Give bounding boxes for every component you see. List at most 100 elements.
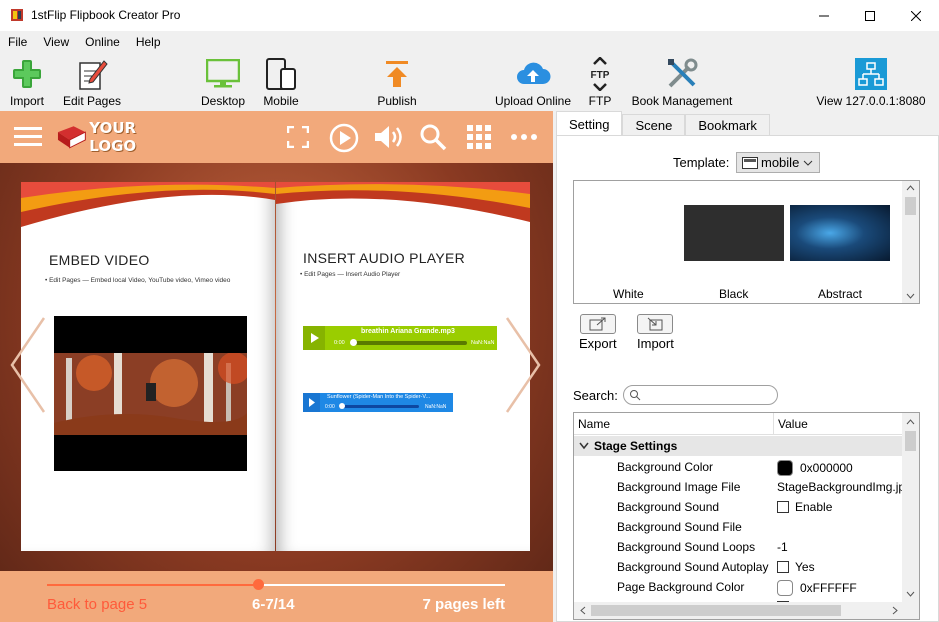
template-thumb-icon — [742, 157, 758, 169]
video-player[interactable] — [54, 316, 247, 471]
search-icon[interactable] — [419, 123, 447, 151]
import-button[interactable]: Import — [6, 53, 48, 111]
search-icon — [630, 390, 641, 401]
menu-view[interactable]: View — [35, 31, 77, 53]
template-select[interactable]: mobile — [736, 152, 820, 173]
export-label: Export — [579, 336, 617, 351]
page-header-swoosh — [21, 182, 275, 227]
minimize-button[interactable] — [801, 0, 847, 31]
property-row[interactable]: Page Background Color 0xFFFFFF — [574, 577, 904, 597]
property-value[interactable]: Yes — [777, 560, 815, 574]
view-server-button[interactable]: View 127.0.0.1:8080 — [808, 53, 934, 111]
menu-file[interactable]: File — [0, 31, 35, 53]
maximize-button[interactable] — [847, 0, 893, 31]
property-row[interactable]: Background Sound File — [574, 517, 904, 537]
property-value[interactable]: StageBackgroundImg.jpg — [777, 480, 912, 494]
logo: YOUR LOGO — [56, 119, 186, 155]
menu-icon[interactable] — [14, 125, 42, 149]
template-gallery: White Black Abstract — [573, 180, 920, 304]
property-value-text: 0xFFFFFF — [800, 581, 857, 595]
tab-setting[interactable]: Setting — [556, 111, 623, 136]
edit-pages-label: Edit Pages — [62, 94, 122, 108]
property-value[interactable]: 0xFFFFFF — [777, 580, 857, 596]
audio-progress-track[interactable] — [351, 341, 467, 345]
property-value-text: -1 — [777, 540, 788, 554]
window-title: 1stFlip Flipbook Creator Pro — [31, 8, 181, 22]
color-swatch[interactable] — [777, 580, 793, 596]
desktop-icon — [206, 59, 240, 88]
import-template-button[interactable]: Import — [637, 314, 674, 351]
next-page-arrow[interactable] — [503, 316, 543, 414]
back-to-page-link[interactable]: Back to page 5 — [47, 596, 147, 613]
property-value[interactable]: Enable — [777, 500, 832, 514]
desktop-button[interactable]: Desktop — [196, 53, 250, 111]
menu-help[interactable]: Help — [128, 31, 169, 53]
scrollbar-thumb[interactable] — [905, 431, 916, 451]
template-scrollbar[interactable] — [902, 181, 919, 303]
template-black[interactable] — [684, 205, 784, 261]
menu-online[interactable]: Online — [77, 31, 128, 53]
play-icon[interactable] — [328, 122, 360, 154]
group-stage-settings[interactable]: Stage Settings — [574, 436, 904, 456]
volume-icon[interactable] — [373, 123, 405, 151]
ftp-label: FTP — [588, 94, 612, 108]
audio-player-1[interactable]: breathin Ariana Grande.mp3 0:00 NaN:NaN — [303, 326, 497, 350]
close-button[interactable] — [893, 0, 939, 31]
publish-button[interactable]: Publish — [371, 53, 423, 111]
setting-tab-content: Template: mobile White Black Abstract Ex… — [556, 135, 939, 622]
mobile-button[interactable]: Mobile — [259, 53, 303, 111]
color-swatch[interactable] — [777, 460, 793, 476]
property-value[interactable]: -1 — [777, 540, 788, 554]
minimize-icon — [819, 15, 829, 16]
tab-bookmark[interactable]: Bookmark — [685, 114, 770, 136]
audio-progress-knob[interactable] — [339, 403, 345, 409]
app-icon — [11, 9, 23, 21]
chevron-down-icon — [906, 293, 915, 299]
audio-time: 0:00 — [325, 404, 335, 410]
audio-progress-track[interactable] — [339, 405, 419, 408]
scrollbar-thumb[interactable] — [905, 197, 916, 215]
book-management-button[interactable]: Book Management — [624, 53, 740, 111]
thumbnails-icon[interactable] — [466, 124, 492, 150]
checkbox[interactable] — [777, 501, 789, 513]
audio-player-2[interactable]: Sunflower (Spider-Man Into the Spider-V.… — [303, 393, 453, 412]
toolbar: Import Edit Pages Desktop Mobile Publish… — [0, 53, 939, 111]
pages-left-text: 7 pages left — [422, 596, 505, 613]
prev-page-arrow[interactable] — [8, 316, 48, 414]
template-abstract[interactable] — [790, 205, 890, 261]
cloud-upload-icon — [517, 62, 551, 84]
page-header-swoosh — [276, 182, 530, 222]
ftp-icon: FTP — [591, 57, 610, 91]
audio-progress-knob[interactable] — [350, 339, 357, 346]
play-icon[interactable] — [303, 326, 325, 350]
property-row[interactable]: Background Sound Autoplay Yes — [574, 557, 904, 577]
chevron-left-icon — [580, 606, 586, 615]
page-progress-knob[interactable] — [252, 579, 264, 590]
edit-pages-button[interactable]: Edit Pages — [57, 53, 127, 111]
search-input[interactable] — [623, 385, 778, 405]
tab-scene[interactable]: Scene — [622, 114, 686, 136]
play-icon[interactable] — [303, 393, 320, 412]
checkbox[interactable] — [777, 561, 789, 573]
import-label: Import — [9, 94, 44, 108]
property-row[interactable]: Background Sound Enable — [574, 497, 904, 517]
property-hscrollbar[interactable] — [574, 602, 904, 619]
more-icon[interactable] — [510, 131, 538, 143]
property-row[interactable]: Background Sound Loops -1 — [574, 537, 904, 557]
property-value[interactable]: 0x000000 — [777, 460, 853, 476]
chevron-up-icon — [906, 185, 915, 191]
property-scrollbar[interactable] — [902, 413, 919, 619]
template-white[interactable] — [580, 205, 680, 261]
fullscreen-icon[interactable] — [286, 125, 310, 149]
ftp-button[interactable]: FTP FTP — [583, 53, 617, 111]
template-white-label: White — [613, 287, 644, 301]
upload-online-button[interactable]: Upload Online — [490, 53, 576, 111]
property-row[interactable]: Background Color 0x000000 — [574, 457, 904, 477]
chevron-right-icon — [505, 317, 541, 413]
export-button[interactable]: Export — [579, 314, 617, 351]
viewer-top-bar: YOUR LOGO — [0, 111, 553, 163]
hscrollbar-thumb[interactable] — [591, 605, 841, 616]
property-row[interactable]: Background Image File StageBackgroundImg.… — [574, 477, 912, 497]
view-server-label: View 127.0.0.1:8080 — [816, 94, 926, 108]
chevron-up-icon — [906, 419, 915, 425]
